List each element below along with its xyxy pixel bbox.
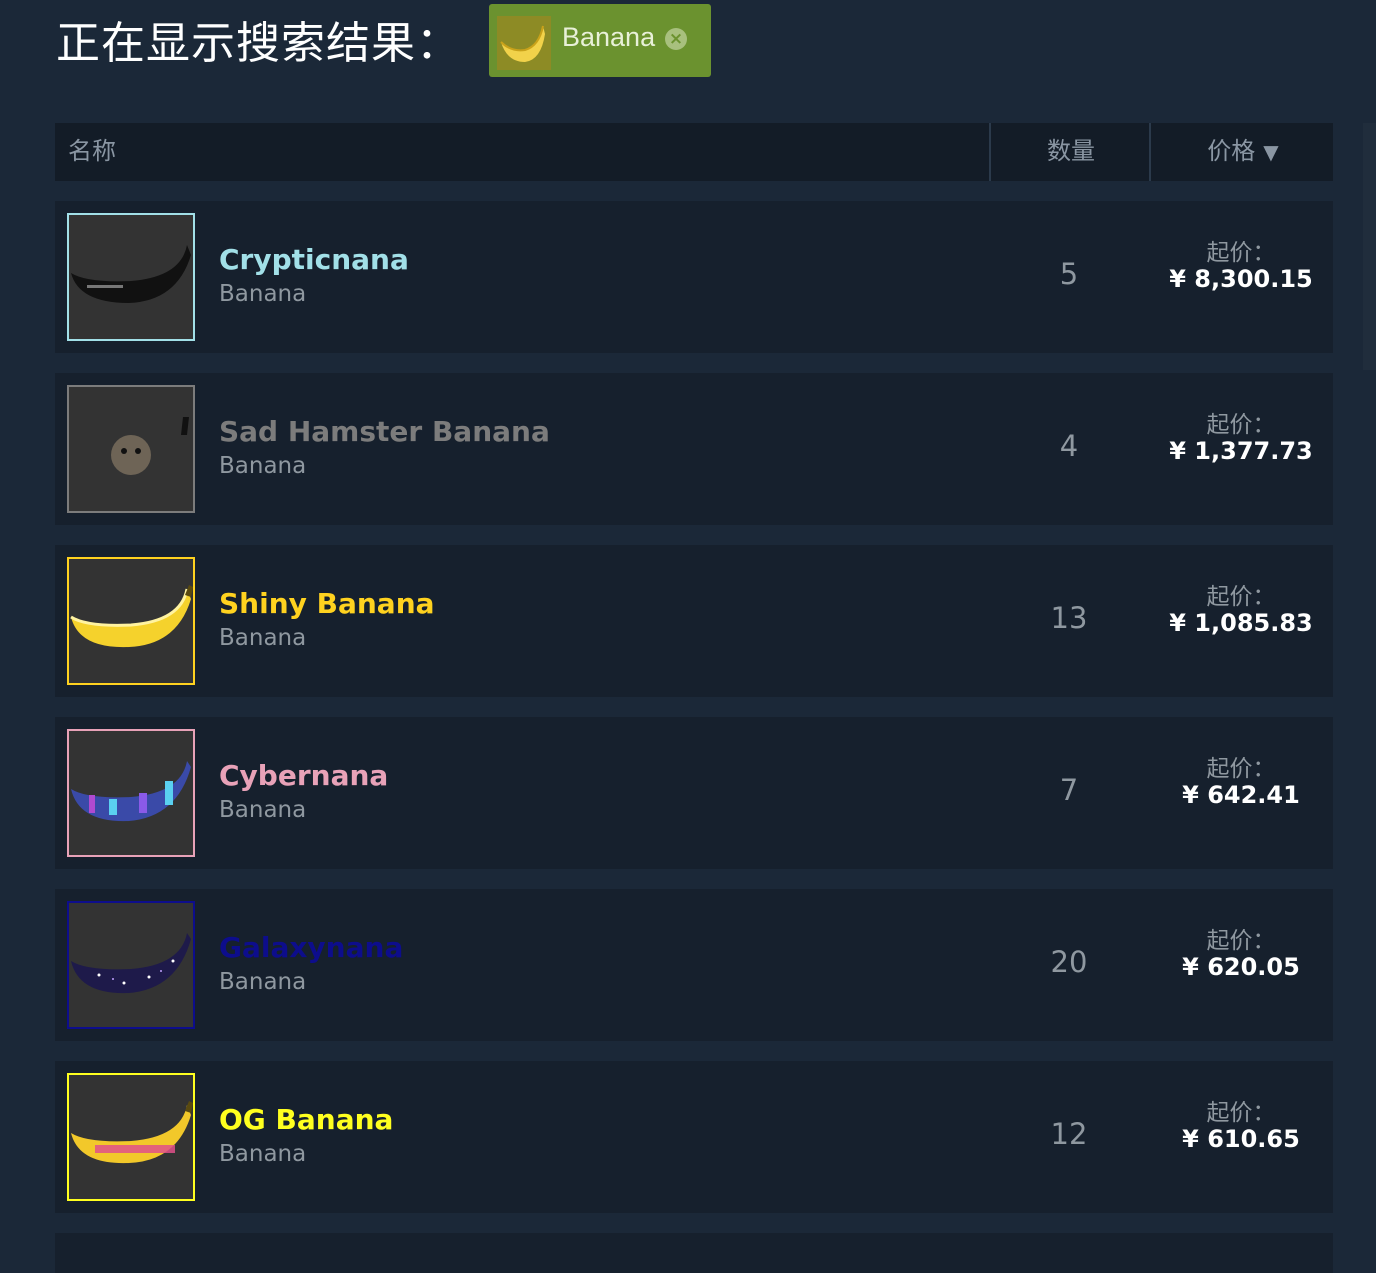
table-row[interactable]: Shiny Banana Banana 13 起价： ¥ 1,085.83 [55, 545, 1333, 697]
column-header-name[interactable]: 名称 [68, 123, 116, 181]
table-row[interactable]: Sad Hamster Banana Banana 4 起价： ¥ 1,377.… [55, 373, 1333, 525]
price-label: 起价： [1206, 756, 1276, 782]
column-header-price-label: 价格 [1207, 137, 1256, 165]
item-quantity: 4 [1059, 429, 1079, 463]
filter-tag-label: Banana [562, 22, 656, 52]
sort-descending-icon: ▼ [1263, 140, 1279, 164]
banana-icon [497, 16, 551, 70]
price-label: 起价： [1206, 584, 1276, 610]
filter-tag-banana[interactable]: Banana × [489, 4, 711, 77]
item-quantity: 20 [1050, 945, 1088, 979]
item-name[interactable]: Sad Hamster Banana [219, 415, 550, 448]
yellow-banana-icon [67, 557, 195, 685]
cyber-banana-icon [67, 729, 195, 857]
scrollbar[interactable] [1363, 123, 1376, 370]
black-banana-icon [67, 213, 195, 341]
item-price: ¥ 8,300.15 [1169, 265, 1313, 293]
og-banana-icon [67, 1073, 195, 1201]
table-row[interactable]: Crypticnana Banana 5 起价： ¥ 8,300.15 [55, 201, 1333, 353]
table-header: 名称 数量 价格 ▼ [55, 123, 1333, 181]
table-row[interactable]: Cybernana Banana 7 起价： ¥ 642.41 [55, 717, 1333, 869]
price-label: 起价： [1206, 928, 1276, 954]
item-type: Banana [219, 625, 307, 651]
table-row[interactable]: OG Banana Banana 12 起价： ¥ 610.65 [55, 1061, 1333, 1213]
price-label: 起价： [1206, 240, 1276, 266]
price-label: 起价： [1206, 1100, 1276, 1126]
table-row[interactable] [55, 1233, 1333, 1273]
item-type: Banana [219, 797, 307, 823]
item-quantity: 5 [1059, 257, 1079, 291]
item-type: Banana [219, 969, 307, 995]
search-results-title: 正在显示搜索结果： [56, 18, 461, 69]
item-name[interactable]: Crypticnana [219, 243, 409, 276]
item-name[interactable]: Cybernana [219, 759, 388, 792]
column-header-quantity[interactable]: 数量 [989, 123, 1151, 181]
item-type: Banana [219, 1141, 307, 1167]
item-price: ¥ 610.65 [1182, 1125, 1300, 1153]
item-price: ¥ 642.41 [1182, 781, 1300, 809]
hamster-icon [67, 385, 195, 513]
item-type: Banana [219, 453, 307, 479]
item-quantity: 7 [1059, 773, 1079, 807]
item-price: ¥ 620.05 [1182, 953, 1300, 981]
item-price: ¥ 1,377.73 [1169, 437, 1313, 465]
item-name[interactable]: OG Banana [219, 1103, 393, 1136]
table-row[interactable]: Galaxynana Banana 20 起价： ¥ 620.05 [55, 889, 1333, 1041]
item-quantity: 12 [1050, 1117, 1088, 1151]
item-quantity: 13 [1050, 601, 1088, 635]
item-name[interactable]: Shiny Banana [219, 587, 435, 620]
column-header-price[interactable]: 价格 ▼ [1149, 123, 1335, 181]
galaxy-banana-icon [67, 901, 195, 1029]
price-label: 起价： [1206, 412, 1276, 438]
item-price: ¥ 1,085.83 [1169, 609, 1313, 637]
close-icon[interactable]: × [665, 28, 687, 50]
item-name[interactable]: Galaxynana [219, 931, 403, 964]
item-type: Banana [219, 281, 307, 307]
